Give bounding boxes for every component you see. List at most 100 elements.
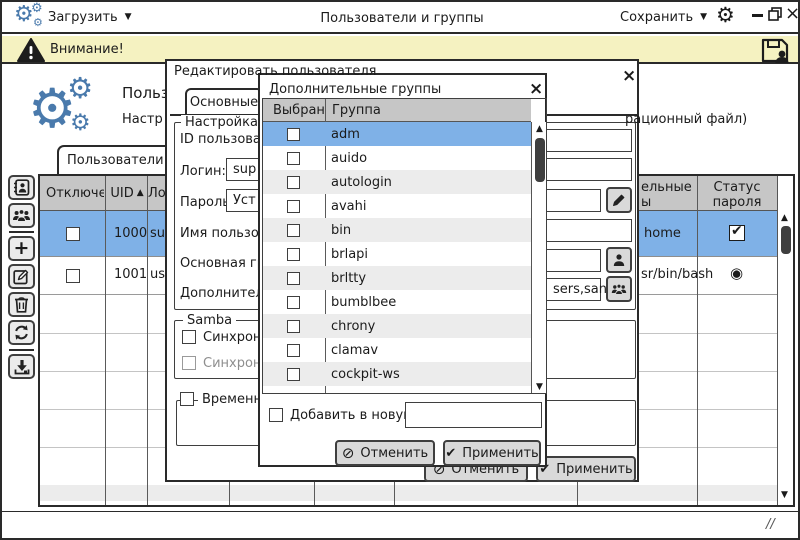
refresh-button[interactable]: [8, 320, 35, 345]
scroll-down-icon[interactable]: ▼: [781, 491, 788, 500]
add-new-group-input[interactable]: [405, 402, 542, 428]
groups-apply-button[interactable]: ✔ Применить: [443, 440, 541, 466]
check-icon: ✔: [445, 446, 456, 461]
pick-primary-group-button[interactable]: [606, 247, 632, 273]
group-checkbox[interactable]: [287, 152, 300, 165]
group-checkbox[interactable]: [287, 248, 300, 261]
app-window: ⚙ ⚙ ⚙ Загрузить ▼ Пользователи и группы …: [0, 0, 800, 540]
group-name: cockpit-ws: [331, 367, 400, 382]
group-checkbox[interactable]: [287, 272, 300, 285]
save-menu[interactable]: Сохранить ▼: [620, 10, 707, 25]
col-header-group[interactable]: Группа: [332, 103, 381, 118]
table-scrollbar[interactable]: ▲ ▼: [777, 176, 793, 505]
edit-dialog-close-button[interactable]: ×: [622, 68, 636, 85]
group-name: clamav: [331, 343, 378, 358]
add-user-button[interactable]: +: [8, 236, 35, 261]
group-name: brlapi: [331, 247, 368, 262]
group-row[interactable]: brltty: [263, 266, 531, 290]
trash-icon: [14, 296, 29, 313]
delete-user-button[interactable]: [8, 292, 35, 317]
group-row[interactable]: auido: [263, 146, 531, 170]
row-login: su: [150, 226, 165, 241]
add-new-group-checkbox[interactable]: [269, 408, 283, 422]
group-checkbox[interactable]: [287, 320, 300, 333]
toolbar-separator: [9, 231, 34, 233]
col-header-extra-groups[interactable]: ельные ы: [641, 180, 692, 210]
samba-sync-checkbox[interactable]: [182, 330, 196, 344]
group-row[interactable]: bin: [263, 218, 531, 242]
group-checkbox[interactable]: [287, 224, 300, 237]
settings-gear-icon[interactable]: ⚙: [716, 5, 735, 26]
maximize-button[interactable]: [768, 7, 782, 21]
col-header-uid[interactable]: UID ▲: [106, 186, 148, 201]
edit-dialog-apply-button[interactable]: ✔ Применить: [536, 456, 636, 482]
temporary-checkbox[interactable]: [180, 392, 194, 406]
groups-dialog-close-button[interactable]: ×: [529, 81, 543, 98]
group-row[interactable]: brlapi: [263, 242, 531, 266]
groups-dialog-title: Дополнительные группы: [269, 82, 441, 97]
warning-text: Внимание!: [50, 42, 124, 57]
groups-view-button[interactable]: [8, 203, 35, 228]
page-subtitle-left: Настр: [122, 112, 163, 127]
group-checkbox[interactable]: [287, 128, 300, 141]
group-checkbox[interactable]: [287, 296, 300, 309]
group-name: brltty: [331, 271, 366, 286]
users-view-button[interactable]: [8, 175, 35, 200]
export-button[interactable]: [8, 354, 35, 379]
statusbar: //: [2, 511, 798, 538]
group-checkbox[interactable]: [287, 368, 300, 381]
login-label: Логин:: [180, 164, 226, 179]
users-group-icon: [12, 208, 31, 224]
refresh-icon: [13, 324, 30, 341]
col-header-password-status[interactable]: Статус пароля: [697, 180, 777, 210]
col-header-login[interactable]: Ло: [148, 186, 166, 201]
col-header-selected[interactable]: Выбран: [273, 103, 325, 118]
page-subtitle-right: рационный файл): [625, 112, 747, 127]
save-users-icon[interactable]: [760, 37, 790, 64]
groups-scrollbar[interactable]: ▲ ▼: [531, 122, 547, 394]
row-uid: 1001: [114, 267, 147, 282]
row-disabled-checkbox[interactable]: [66, 227, 80, 241]
group-name: chrony: [331, 319, 375, 334]
warning-icon: [17, 38, 45, 62]
group-name: avahi: [331, 199, 366, 214]
password-status-radio-icon: ◉: [730, 266, 743, 281]
scroll-up-icon[interactable]: ▲: [536, 125, 543, 134]
toolbar-separator: [9, 349, 34, 351]
scrollbar-thumb[interactable]: [781, 226, 791, 254]
group-name: auido: [331, 151, 367, 166]
resize-grip-icon[interactable]: //: [766, 517, 775, 532]
pick-extra-groups-button[interactable]: [606, 276, 632, 302]
scroll-up-icon[interactable]: ▲: [781, 214, 788, 223]
groups-cancel-button[interactable]: ⊘ Отменить: [335, 440, 435, 466]
group-checkbox[interactable]: [287, 176, 300, 189]
edit-password-button[interactable]: [606, 187, 632, 213]
scrollbar-thumb[interactable]: [535, 138, 545, 182]
group-row[interactable]: clamav: [263, 338, 531, 362]
group-checkbox[interactable]: [287, 200, 300, 213]
password-status-checked-icon: ✔: [729, 225, 745, 241]
group-row[interactable]: autologin: [263, 170, 531, 194]
row-login: us: [150, 267, 165, 282]
minimize-button[interactable]: [752, 14, 763, 17]
group-row[interactable]: chrony: [263, 314, 531, 338]
group-row[interactable]: avahi: [263, 194, 531, 218]
row-disabled-checkbox[interactable]: [66, 269, 80, 283]
col-header-disabled[interactable]: Отключен: [46, 186, 104, 201]
scroll-down-icon[interactable]: ▼: [536, 383, 543, 392]
group-row[interactable]: adm: [263, 122, 531, 146]
edit-user-button[interactable]: [8, 264, 35, 289]
users-group-icon: [611, 283, 627, 296]
group-row[interactable]: cockpit-ws: [263, 362, 531, 386]
titlebar: ⚙ ⚙ ⚙ Загрузить ▼ Пользователи и группы …: [2, 2, 798, 34]
group-checkbox[interactable]: [287, 344, 300, 357]
group-name: bumblbee: [331, 295, 396, 310]
close-window-button[interactable]: ×: [785, 5, 800, 23]
row-extra-groups: home: [644, 226, 681, 241]
group-row[interactable]: bumblbee: [263, 290, 531, 314]
row-uid: 1000: [114, 226, 147, 241]
samba-sync2-checkbox[interactable]: [182, 356, 196, 370]
person-icon: [612, 253, 626, 267]
tab-basic[interactable]: Основные: [185, 88, 263, 114]
users-gear-logo-med-icon: ⚙: [67, 74, 93, 103]
